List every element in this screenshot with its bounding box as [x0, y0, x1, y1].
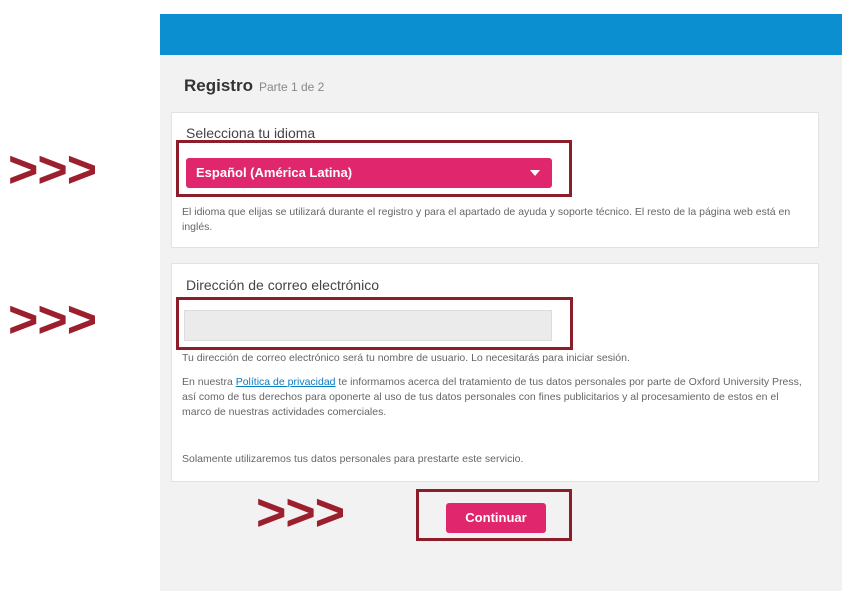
email-help-text: Tu dirección de correo electrónico será …: [182, 352, 630, 364]
page-title-text: Registro: [184, 76, 253, 95]
arrow-annotation-continue: >>>: [256, 484, 345, 542]
privacy-policy-link[interactable]: Política de privacidad: [236, 376, 336, 388]
language-label: Selecciona tu idioma: [186, 125, 316, 141]
email-highlight-box: [176, 297, 573, 350]
language-help-text: El idioma que elijas se utilizará durant…: [182, 206, 791, 233]
email-card: Dirección de correo electrónico Tu direc…: [171, 263, 819, 482]
continue-highlight-box: [416, 489, 572, 541]
email-label: Dirección de correo electrónico: [186, 277, 379, 293]
top-bar: [160, 14, 842, 55]
page-title: Registro Parte 1 de 2: [184, 76, 324, 96]
arrow-annotation-language: >>>: [8, 141, 97, 199]
arrow-annotation-email: >>>: [8, 291, 97, 349]
data-usage-text: Solamente utilizaremos tus datos persona…: [182, 453, 524, 465]
privacy-notice: En nuestra Política de privacidad te inf…: [182, 375, 802, 420]
privacy-prefix: En nuestra: [182, 376, 236, 388]
language-highlight-box: [176, 140, 572, 197]
step-indicator: Parte 1 de 2: [258, 80, 325, 94]
